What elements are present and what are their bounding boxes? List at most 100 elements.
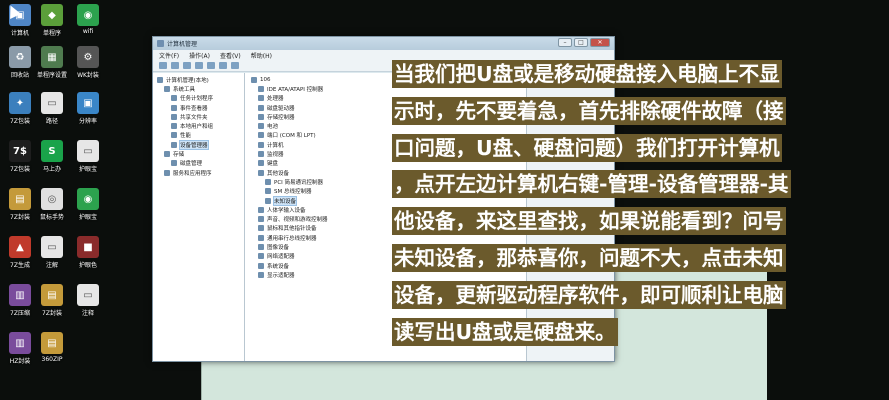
tree-item-label: 系统工具 xyxy=(173,86,196,93)
tree-node-icon xyxy=(171,95,177,102)
properties-icon[interactable] xyxy=(207,62,215,69)
tree-item-label: SM 总线控制器 xyxy=(274,189,312,196)
scan-hardware-icon[interactable] xyxy=(231,62,239,69)
menu-file[interactable]: 文件(F) xyxy=(159,51,179,60)
desktop-shortcut[interactable]: ▭ 护眼宝 xyxy=(68,140,108,173)
tree-item-label: 磁盘驱动器 xyxy=(267,105,295,112)
caption-line: 示时，先不要着急，首先排除硬件故障（接 xyxy=(392,96,786,125)
tree-item-label: IDE ATA/ATAPI 控制器 xyxy=(267,86,324,93)
desktop-shortcut[interactable]: S 马上办 xyxy=(32,140,72,173)
tree-item[interactable]: 存储 xyxy=(157,149,244,158)
tree-item[interactable]: 计算机管理(本地) xyxy=(157,75,244,84)
tree-item-label: 设备管理器 xyxy=(179,139,209,150)
tree-item[interactable]: 性能 xyxy=(157,131,244,140)
desktop-shortcut[interactable]: ◎ 鼠标手势 xyxy=(32,188,72,221)
tree-item[interactable]: 磁盘管理 xyxy=(157,159,244,168)
caption-line: 读写出U盘或是硬盘来。 xyxy=(392,317,618,346)
eye-color-icon: ■ xyxy=(77,236,99,258)
desktop-shortcut-label: 7Z包装 xyxy=(10,166,30,173)
7z-compress-icon: ▥ xyxy=(9,284,31,306)
desktop-shortcut[interactable]: ▭ 注释 xyxy=(68,284,108,317)
desktop-shortcut[interactable]: ◉ wifi xyxy=(68,4,108,35)
tree-item[interactable]: 共享文件夹 xyxy=(157,112,244,121)
desktop-shortcut[interactable]: ▤ 360ZIP xyxy=(32,332,72,363)
desktop-shortcut[interactable]: ▤ 7Z封装 xyxy=(32,284,72,317)
tree-item-label: 显示适配器 xyxy=(267,272,295,279)
forward-icon[interactable] xyxy=(171,62,179,69)
tree-node-icon xyxy=(258,216,264,223)
desktop-shortcut[interactable]: ◉ 护眼宝 xyxy=(68,188,108,221)
tree-node-icon xyxy=(258,243,264,250)
caption-line: 口问题，U盘、硬盘问题）我们打开计算机 xyxy=(392,133,782,162)
menu-view[interactable]: 查看(V) xyxy=(220,51,241,60)
wk-package-icon: ⚙ xyxy=(77,46,99,68)
menu-action[interactable]: 操作(A) xyxy=(189,51,210,60)
7z-seal-icon: ▤ xyxy=(9,188,31,210)
caption-overlay: 当我们把U盘或是移动硬盘接入电脑上不显 示时，先不要着急，首先排除硬件故障（接 口问… xyxy=(392,56,820,350)
tree-item-label: 磁盘管理 xyxy=(180,161,203,168)
7z-generate-icon: ▲ xyxy=(9,236,31,258)
resolution-icon: ▣ xyxy=(77,92,99,114)
desktop-shortcut[interactable]: ▭ 注解 xyxy=(32,236,72,269)
tree-item[interactable]: 本地用户和组 xyxy=(157,121,244,130)
desktop-shortcut-label: 注解 xyxy=(45,262,58,269)
show-hide-tree-icon[interactable] xyxy=(195,62,203,69)
tree-node-icon xyxy=(258,271,264,278)
tree-item-label: 未知设备 xyxy=(272,195,298,206)
help-icon[interactable] xyxy=(219,62,227,69)
tree-item[interactable]: 系统工具 xyxy=(157,84,244,93)
tree-node-icon xyxy=(258,113,264,120)
tree-node-icon xyxy=(171,132,177,139)
tree-node-icon xyxy=(171,141,177,148)
back-icon[interactable] xyxy=(159,62,167,69)
desktop-shortcut-label: 单程序 xyxy=(42,30,61,37)
program-settings-icon: ▦ xyxy=(41,46,63,68)
comment-file-icon: ▭ xyxy=(77,284,99,306)
maximize-button[interactable]: □ xyxy=(574,38,588,47)
tree-item-label: 计算机管理(本地) xyxy=(166,77,209,84)
desktop-shortcut-label: 360ZIP xyxy=(41,356,63,363)
7z-package-icon: ✦ xyxy=(9,92,31,114)
desktop-shortcut[interactable]: ⚙ WK封装 xyxy=(68,46,108,79)
tree-node-icon xyxy=(258,253,264,260)
window-title-bar[interactable]: 计算机管理 xyxy=(153,37,614,50)
tree-item-label: 计算机 xyxy=(267,142,284,149)
desktop-shortcut[interactable]: ■ 护眼色 xyxy=(68,236,108,269)
desktop-shortcut-label: 单程序设置 xyxy=(36,72,67,79)
tree-item-label: 鼠标和其他指针设备 xyxy=(267,226,317,233)
hz-package-icon: ▥ xyxy=(9,332,31,354)
up-icon[interactable] xyxy=(183,62,191,69)
desktop-shortcut-label: 7Z包装 xyxy=(10,118,30,125)
minimize-button[interactable]: – xyxy=(558,38,572,47)
path-file-icon: ▭ xyxy=(41,92,63,114)
desktop-shortcut-label: 马上办 xyxy=(42,166,61,173)
close-button[interactable]: ✕ xyxy=(590,38,610,47)
360zip-icon: ▤ xyxy=(41,332,63,354)
tree-item-label: 服务和应用程序 xyxy=(173,170,212,177)
desktop-shortcut[interactable]: ▣ 分辨率 xyxy=(68,92,108,125)
tree-node-icon xyxy=(157,76,163,83)
menu-help[interactable]: 帮助(H) xyxy=(251,51,272,60)
desktop-shortcut[interactable]: ▭ 路径 xyxy=(32,92,72,125)
tree-item-label: 监视器 xyxy=(267,152,284,159)
tree-item[interactable]: 设备管理器 xyxy=(157,139,244,150)
tree-item-label: 系统设备 xyxy=(267,263,290,270)
tree-item-label: 共享文件夹 xyxy=(180,114,208,121)
tree-node-icon xyxy=(265,188,271,195)
tree-item[interactable]: 任务计划程序 xyxy=(157,94,244,103)
tree-node-icon xyxy=(171,113,177,120)
desktop-shortcut[interactable]: ◆ 单程序 xyxy=(32,4,72,37)
tree-item-label: 存储控制器 xyxy=(267,114,295,121)
tree-node-icon xyxy=(258,104,264,111)
desktop-shortcut-label: 分辨率 xyxy=(78,118,97,125)
tree-item-label: 本地用户和组 xyxy=(180,124,214,131)
tree-item[interactable]: 事件查看器 xyxy=(157,103,244,112)
desktop-shortcut[interactable]: ▦ 单程序设置 xyxy=(32,46,72,79)
tree-item[interactable]: 服务和应用程序 xyxy=(157,168,244,177)
caption-line: 他设备，来这里查找，如果说能看到？问号 xyxy=(392,207,786,236)
tree-node-icon xyxy=(265,197,271,204)
mouse-gesture-icon: ◎ xyxy=(41,188,63,210)
desktop-shortcut-label: 回收站 xyxy=(10,72,29,79)
tree-node-icon xyxy=(258,262,264,269)
window-controls: – □ ✕ xyxy=(558,38,610,47)
